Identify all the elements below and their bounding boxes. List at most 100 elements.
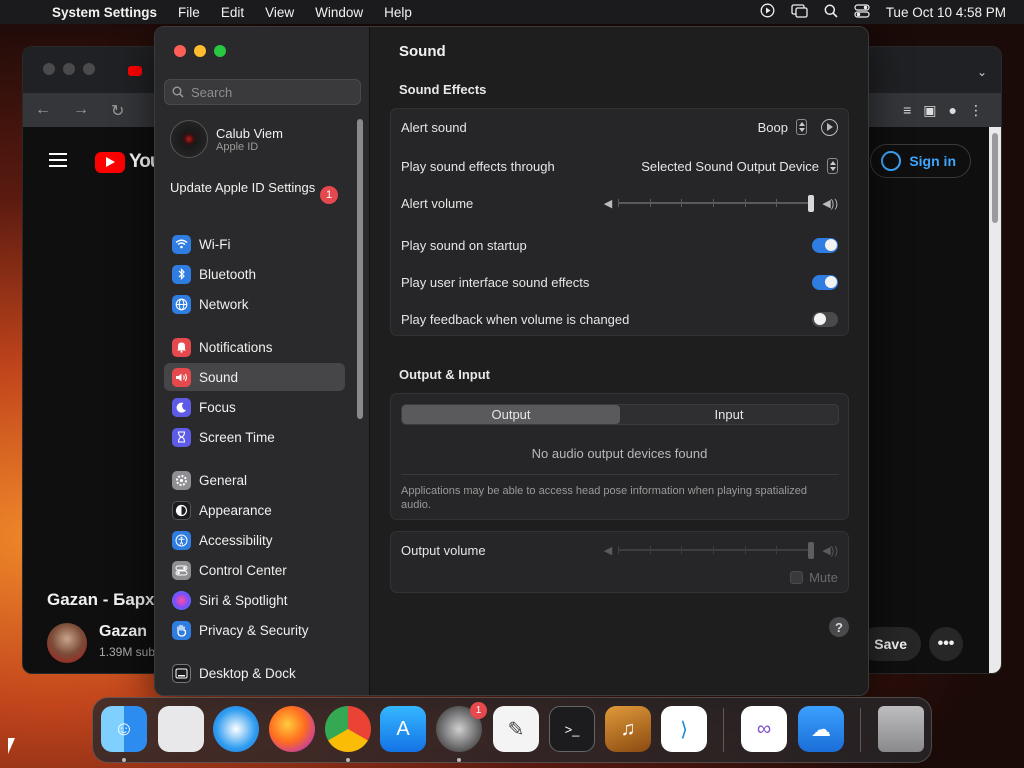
- youtube-tab-icon[interactable]: [128, 66, 142, 76]
- profile-icon[interactable]: ●: [949, 102, 957, 119]
- output-volume-slider[interactable]: [618, 542, 815, 559]
- zoom-button[interactable]: [214, 45, 226, 57]
- appearance-icon: [172, 500, 191, 520]
- startup-sound-row: Play sound on startup: [391, 227, 848, 263]
- browser-minimize-button[interactable]: [63, 63, 75, 75]
- sign-in-button[interactable]: Sign in: [870, 144, 971, 178]
- speaker-icon: [172, 367, 191, 387]
- trash-icon[interactable]: [878, 706, 924, 752]
- finder-icon[interactable]: ☺: [101, 706, 147, 752]
- menu-app-name[interactable]: System Settings: [52, 5, 157, 20]
- launchpad-icon[interactable]: [158, 706, 204, 752]
- sidebar-item-appearance[interactable]: Appearance: [164, 496, 345, 524]
- app-store-icon[interactable]: A: [380, 706, 426, 752]
- channel-name[interactable]: Gazan: [99, 623, 147, 641]
- sidebar-item-screen-time[interactable]: Screen Time: [164, 423, 345, 451]
- forward-icon[interactable]: →: [73, 101, 89, 121]
- speaker-high-icon: ◀)): [822, 197, 838, 210]
- slider-knob[interactable]: [808, 542, 815, 559]
- ui-sounds-toggle[interactable]: [812, 274, 838, 290]
- vscode-icon[interactable]: ⟩: [661, 706, 707, 752]
- minimize-button[interactable]: [194, 45, 206, 57]
- help-button[interactable]: ?: [829, 617, 849, 637]
- output-volume-label: Output volume: [401, 542, 486, 558]
- running-indicator: [457, 758, 461, 762]
- youtube-logo[interactable]: You: [95, 151, 162, 173]
- running-indicator: [122, 758, 126, 762]
- chrome-icon[interactable]: [325, 706, 371, 752]
- menu-view[interactable]: View: [265, 5, 294, 20]
- sidebar-item-sound[interactable]: Sound: [164, 363, 345, 391]
- browser-scrollbar[interactable]: [989, 127, 1001, 673]
- settings-badge: 1: [470, 702, 487, 719]
- sidebar-item-focus[interactable]: Focus: [164, 393, 345, 421]
- browser-menu-icon[interactable]: ⋮: [969, 102, 983, 119]
- visual-studio-icon[interactable]: ∞: [741, 706, 787, 752]
- menu-clock[interactable]: Tue Oct 10 4:58 PM: [886, 5, 1006, 20]
- menu-file[interactable]: File: [178, 5, 200, 20]
- moon-icon: [172, 397, 191, 417]
- sidebar-scrollbar[interactable]: [357, 119, 363, 419]
- mute-checkbox[interactable]: Mute: [790, 570, 838, 585]
- sidebar-item-label: Sound: [199, 369, 239, 385]
- sidebar-item-label: General: [199, 472, 248, 488]
- tab-input[interactable]: Input: [620, 405, 838, 424]
- apple-id-account[interactable]: Calub Viem Apple ID: [170, 120, 283, 158]
- startup-sound-toggle[interactable]: [812, 237, 838, 253]
- back-icon[interactable]: ←: [35, 101, 51, 121]
- sidebar-item-general[interactable]: General: [164, 466, 345, 494]
- tab-search-chevron-icon[interactable]: ⌄: [977, 65, 987, 79]
- play-through-popup[interactable]: Selected Sound Output Device: [641, 158, 838, 174]
- save-button[interactable]: Save: [860, 627, 921, 661]
- sidebar-item-network[interactable]: Network: [164, 290, 345, 318]
- menu-help[interactable]: Help: [384, 5, 412, 20]
- sidebar-item-siri-spotlight[interactable]: Siri & Spotlight: [164, 586, 345, 614]
- youtube-menu-icon[interactable]: [49, 153, 67, 167]
- browser-zoom-button[interactable]: [83, 63, 95, 75]
- terminal-icon[interactable]: >_: [549, 706, 595, 752]
- search-field[interactable]: [164, 79, 361, 105]
- slider-track: [618, 202, 815, 204]
- sidebar-item-notifications[interactable]: Notifications: [164, 333, 345, 361]
- mute-label: Mute: [809, 570, 838, 585]
- menu-edit[interactable]: Edit: [221, 5, 244, 20]
- reload-icon[interactable]: ↻: [111, 101, 124, 121]
- section-title-output-input: Output & Input: [399, 367, 490, 382]
- channel-avatar[interactable]: [47, 623, 87, 663]
- browser-close-button[interactable]: [43, 63, 55, 75]
- search-input[interactable]: [191, 84, 341, 100]
- play-alert-icon[interactable]: [821, 118, 838, 136]
- sidebar-item-privacy-security[interactable]: Privacy & Security: [164, 616, 345, 644]
- sidebar-item-control-center[interactable]: Control Center: [164, 556, 345, 584]
- garageband-icon[interactable]: ♫: [605, 706, 651, 752]
- slider-knob[interactable]: [808, 195, 815, 212]
- sidebar-item-accessibility[interactable]: Accessibility: [164, 526, 345, 554]
- dock-icon: [172, 663, 191, 683]
- more-actions-button[interactable]: •••: [929, 627, 963, 661]
- sidebar-item-desktop-dock[interactable]: Desktop & Dock: [164, 659, 345, 687]
- reading-list-icon[interactable]: ≡: [903, 102, 911, 119]
- spotlight-search-icon[interactable]: [824, 4, 838, 21]
- feedback-toggle[interactable]: [812, 311, 838, 327]
- globe-icon: [172, 294, 191, 314]
- sidebar-item-wifi[interactable]: Wi-Fi: [164, 230, 345, 258]
- alert-sound-popup[interactable]: Boop: [758, 119, 807, 135]
- tab-output[interactable]: Output: [402, 405, 620, 424]
- system-settings-window: Calub Viem Apple ID Update Apple ID Sett…: [154, 26, 869, 696]
- side-panel-icon[interactable]: ▣: [923, 102, 936, 119]
- play-status-icon[interactable]: [760, 3, 775, 21]
- account-circle-icon: [881, 151, 902, 171]
- alert-volume-slider[interactable]: [618, 195, 815, 212]
- close-button[interactable]: [174, 45, 186, 57]
- weather-icon[interactable]: ☁: [798, 706, 844, 752]
- control-center-icon: [172, 560, 191, 580]
- menu-window[interactable]: Window: [315, 5, 363, 20]
- textedit-icon[interactable]: ✎: [493, 706, 539, 752]
- screen-mirroring-icon[interactable]: [791, 3, 808, 21]
- sidebar-item-bluetooth[interactable]: Bluetooth: [164, 260, 345, 288]
- gear-icon: [172, 470, 191, 490]
- firefox-icon[interactable]: [269, 706, 315, 752]
- update-apple-id-item[interactable]: Update Apple ID Settings: [170, 180, 340, 196]
- control-center-icon[interactable]: [854, 3, 870, 21]
- safari-icon[interactable]: [213, 706, 259, 752]
